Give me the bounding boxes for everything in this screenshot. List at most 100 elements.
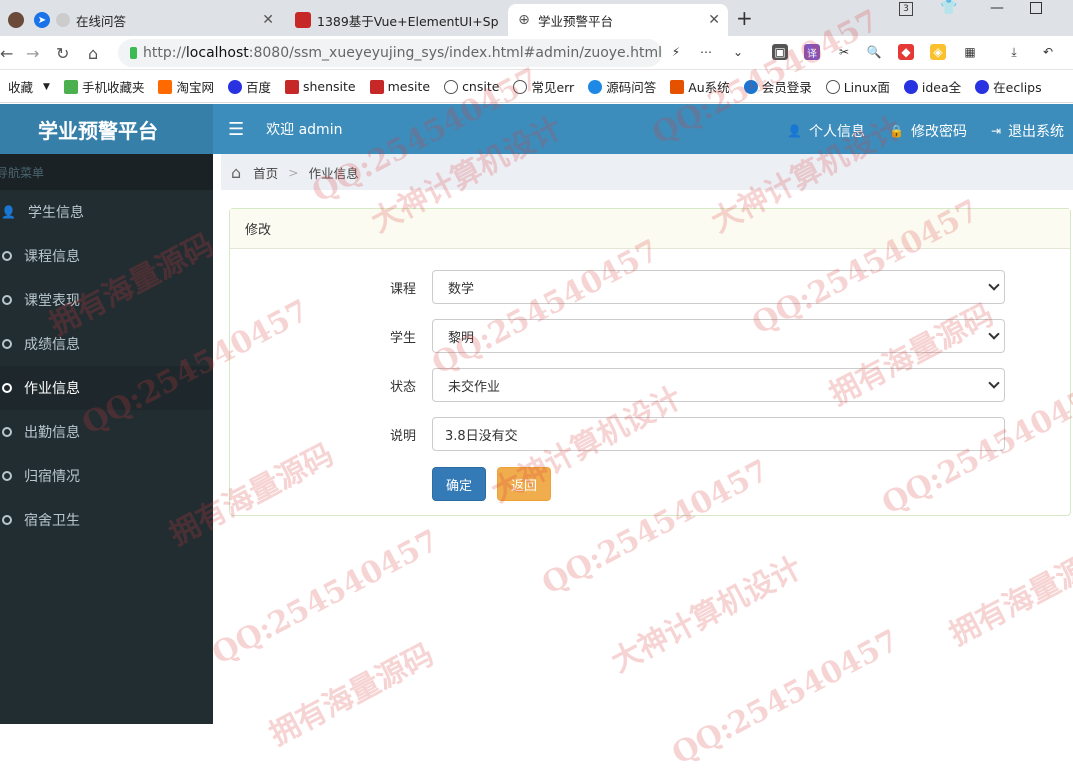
bookmark-item[interactable]: idea全 [903,77,962,96]
status-label: 状态 [390,380,417,395]
sidebar-item-label: 课堂表现 [24,293,80,309]
scissors-icon[interactable]: ✂ [836,44,852,60]
address-bar[interactable]: http://localhost:8080/ssm_xueyeyujing_sy… [118,39,662,67]
bookmark-label: idea全 [921,80,962,95]
baidu-icon [227,79,242,94]
brand-logo[interactable]: 学业预警平台 [0,104,213,154]
circle-icon [2,383,12,393]
change-password-link[interactable]: 🔒 修改密码 [889,121,967,141]
bookmark-item[interactable]: Au系统 [670,77,730,96]
sidebar-item-performance[interactable]: 课堂表现 [0,278,213,322]
circle-icon [2,471,12,481]
logout-link[interactable]: ⇥ 退出系统 [991,121,1064,141]
bookmark-item[interactable]: 百度 [227,77,271,96]
bookmark-item[interactable]: 淘宝网 [158,77,214,96]
bookmark-item[interactable]: cnsite [444,79,499,94]
sidebar-item-label: 宿舍卫生 [24,513,80,529]
bookmark-label: 会员登录 [761,80,812,95]
url-scheme: http:// [143,45,186,61]
bookmark-item[interactable]: mesite [369,79,431,94]
new-tab-icon[interactable]: + [736,6,753,30]
sidebar-item-grades[interactable]: 成绩信息 [0,322,213,366]
bookmark-item[interactable]: 手机收藏夹 [63,77,144,96]
apps-grid-icon[interactable]: ▦ [962,44,978,60]
welcome-text: 欢迎 admin [266,122,343,138]
minimize-icon[interactable]: — [990,0,1004,16]
download-icon[interactable]: ⤓ [1006,44,1022,60]
bookmark-label: 源码问答 [606,80,657,95]
site-icon [295,12,311,28]
close-icon[interactable]: ✕ [708,12,720,28]
home-icon[interactable]: ⌂ [231,163,241,182]
chevron-down-icon[interactable]: ⌄ [730,44,746,60]
breadcrumb-home[interactable]: 首页 [253,163,278,182]
sidebar: 导航菜单 👤 学生信息 课程信息 课堂表现 成绩信息 作业信息 出勤信息 归宿情… [0,154,213,724]
tab-title: 在线问答 [76,13,127,29]
status-select[interactable]: 未交作业 [432,368,1005,402]
undo-icon[interactable]: ↶ [1040,44,1056,60]
menu-toggle-icon[interactable]: ☰ [228,119,244,140]
bookmark-label: Au系统 [688,80,730,95]
sidebar-item-homework[interactable]: 作业信息 [0,366,213,410]
breadcrumb-current: 作业信息 [308,165,359,181]
forward-arrow-icon[interactable]: → [26,44,39,63]
shield-icon[interactable]: ◈ [930,44,946,60]
bookmark-item[interactable]: Linux面 [825,77,890,96]
bookmark-item[interactable]: 常见err [513,77,574,96]
student-value: 黎明 [448,330,475,346]
shirt-icon[interactable]: 👕 [940,0,957,16]
logout-label: 退出系统 [1008,124,1065,140]
course-select[interactable]: 数学 [432,270,1005,304]
translate-icon[interactable]: 译 [804,44,820,60]
globe-icon: ⊕ [518,12,530,28]
bookmark-item[interactable]: 收藏 ▼ [8,77,50,96]
sidebar-item-dorm-hygiene[interactable]: 宿舍卫生 [0,498,213,542]
profile-label: 个人信息 [808,124,865,140]
avatar-icon [8,12,24,28]
bookmark-item[interactable]: 在eclips [975,77,1042,96]
bookmark-label: cnsite [462,79,500,94]
status-row: 状态 未交作业 [230,368,1072,402]
tab-count-badge[interactable]: 3 [899,2,913,16]
circle-icon [2,515,12,525]
home-icon[interactable]: ⌂ [88,44,98,63]
more-icon[interactable]: ⋯ [698,44,714,60]
game-icon[interactable]: ◆ [898,44,914,60]
confirm-button[interactable]: 确定 [432,467,486,501]
description-input[interactable]: 3.8日没有交 [432,417,1005,451]
bookmark-item[interactable]: shensite [284,79,356,94]
back-arrow-icon[interactable]: ← [0,44,13,63]
close-icon[interactable]: ✕ [262,12,274,28]
globe-icon [444,79,459,94]
maximize-icon[interactable] [1030,2,1042,14]
sidebar-item-course[interactable]: 课程信息 [0,234,213,278]
url-host: localhost [185,45,249,61]
search-icon[interactable]: 🔍 [866,44,882,60]
chevron-down-icon [988,279,1000,291]
tab-app[interactable]: ⊕ 学业预警平台 ✕ [508,4,728,36]
sidebar-header: 导航菜单 [0,154,213,190]
breadcrumb: ⌂ 首页 > 作业信息 [221,154,1073,190]
cloud-icon [743,79,758,94]
globe-icon [825,79,840,94]
profile-link[interactable]: 👤 个人信息 [787,121,865,141]
back-button[interactable]: 返回 [497,467,551,501]
main-content: ⌂ 首页 > 作业信息 修改 课程 数学 学生 黎明 状态 未交作业 说明 3.… [213,154,1073,724]
tab-vue[interactable]: 1389基于Vue+ElementUI+Sp [287,4,505,36]
lightning-icon[interactable]: ⚡ [668,44,684,60]
bookmark-label: mesite [387,79,431,94]
status-value: 未交作业 [448,379,501,395]
tab-qa[interactable]: ➤ 在线问答 ✕ [26,4,282,36]
sidebar-item-attendance[interactable]: 出勤信息 [0,410,213,454]
chevron-down-icon [988,328,1000,340]
bookmark-item[interactable]: 源码问答 [588,77,656,96]
bookmark-item[interactable]: 会员登录 [743,77,812,96]
sidebar-item-dorm-return[interactable]: 归宿情况 [0,454,213,498]
student-select[interactable]: 黎明 [432,319,1005,353]
sidebar-item-student[interactable]: 👤 学生信息 [0,190,213,234]
student-row: 学生 黎明 [230,319,1072,353]
circle-icon [2,427,12,437]
lock-icon: 🔒 [889,124,904,138]
reload-icon[interactable]: ↻ [56,44,69,63]
reader-icon[interactable]: ▣ [772,44,788,60]
